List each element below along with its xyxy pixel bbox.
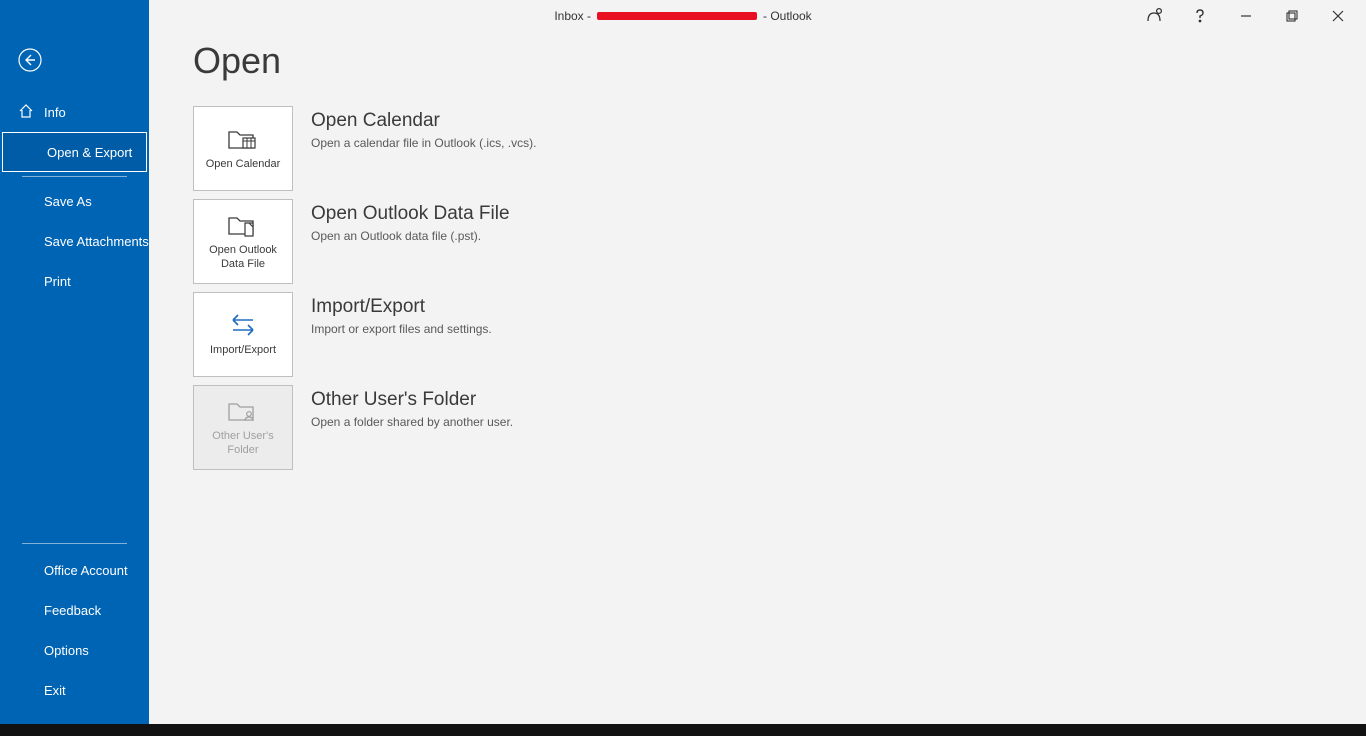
open-data-file-tile-label: Open Outlook Data File	[198, 244, 288, 270]
data-file-icon	[227, 212, 259, 238]
nav-feedback[interactable]: Feedback	[0, 590, 149, 630]
title-suffix: - Outlook	[763, 9, 812, 23]
window-controls	[1126, 0, 1366, 32]
taskbar	[0, 724, 1366, 736]
other-user-folder-tile-label: Other User's Folder	[198, 430, 288, 456]
open-data-file-desc: Open an Outlook data file (.pst).	[311, 229, 510, 243]
nav-print[interactable]: Print	[0, 261, 149, 301]
page-title: Open	[193, 40, 1322, 82]
open-calendar-tile[interactable]: Open Calendar	[193, 106, 293, 191]
help-icon[interactable]	[1186, 2, 1214, 30]
open-calendar-tile-label: Open Calendar	[206, 158, 281, 171]
open-calendar-desc: Open a calendar file in Outlook (.ics, .…	[311, 136, 536, 150]
option-open-data-file: Open Outlook Data File Open Outlook Data…	[193, 199, 1322, 284]
nav-save-attachments[interactable]: Save Attachments	[0, 221, 149, 261]
coming-soon-icon[interactable]	[1140, 2, 1168, 30]
import-export-icon	[227, 312, 259, 338]
other-user-folder-tile[interactable]: Other User's Folder	[193, 385, 293, 470]
back-button[interactable]	[10, 40, 50, 80]
nav-open-export[interactable]: Open & Export	[2, 132, 147, 172]
other-user-folder-title: Other User's Folder	[311, 389, 513, 411]
nav-options[interactable]: Options	[0, 630, 149, 670]
nav-info[interactable]: Info	[0, 92, 149, 132]
backstage-sidebar: Info Open & Export Save As Save Attachme…	[0, 0, 149, 724]
nav-save-as-label: Save As	[44, 194, 92, 209]
minimize-button[interactable]	[1232, 2, 1260, 30]
open-data-file-title: Open Outlook Data File	[311, 203, 510, 225]
maximize-button[interactable]	[1278, 2, 1306, 30]
other-user-folder-desc: Open a folder shared by another user.	[311, 415, 513, 429]
nav-options-label: Options	[44, 643, 89, 658]
import-export-tile-label: Import/Export	[210, 344, 276, 357]
nav-save-attachments-label: Save Attachments	[44, 234, 149, 249]
import-export-tile[interactable]: Import/Export	[193, 292, 293, 377]
title-bar: Inbox - - Outlook	[0, 0, 1366, 32]
option-other-user-folder: Other User's Folder Other User's Folder …	[193, 385, 1322, 470]
close-button[interactable]	[1324, 2, 1352, 30]
nav-divider	[22, 176, 127, 177]
redacted-account	[597, 12, 757, 20]
nav-office-account-label: Office Account	[44, 563, 128, 578]
nav-divider-bottom	[22, 543, 127, 544]
home-icon	[18, 103, 34, 122]
title-prefix: Inbox -	[554, 9, 591, 23]
nav-print-label: Print	[44, 274, 71, 289]
nav-exit[interactable]: Exit	[0, 670, 149, 710]
main-content: Open Open Calendar Open Calendar Open a …	[149, 0, 1366, 724]
nav-exit-label: Exit	[44, 683, 66, 698]
nav-open-export-label: Open & Export	[47, 145, 132, 160]
import-export-desc: Import or export files and settings.	[311, 322, 492, 336]
open-data-file-tile[interactable]: Open Outlook Data File	[193, 199, 293, 284]
option-open-calendar: Open Calendar Open Calendar Open a calen…	[193, 106, 1322, 191]
nav-save-as[interactable]: Save As	[0, 181, 149, 221]
nav-office-account[interactable]: Office Account	[0, 550, 149, 590]
option-import-export: Import/Export Import/Export Import or ex…	[193, 292, 1322, 377]
import-export-title: Import/Export	[311, 296, 492, 318]
nav-feedback-label: Feedback	[44, 603, 101, 618]
nav-info-label: Info	[44, 105, 66, 120]
open-calendar-title: Open Calendar	[311, 110, 536, 132]
calendar-folder-icon	[227, 126, 259, 152]
other-user-folder-icon	[227, 398, 259, 424]
